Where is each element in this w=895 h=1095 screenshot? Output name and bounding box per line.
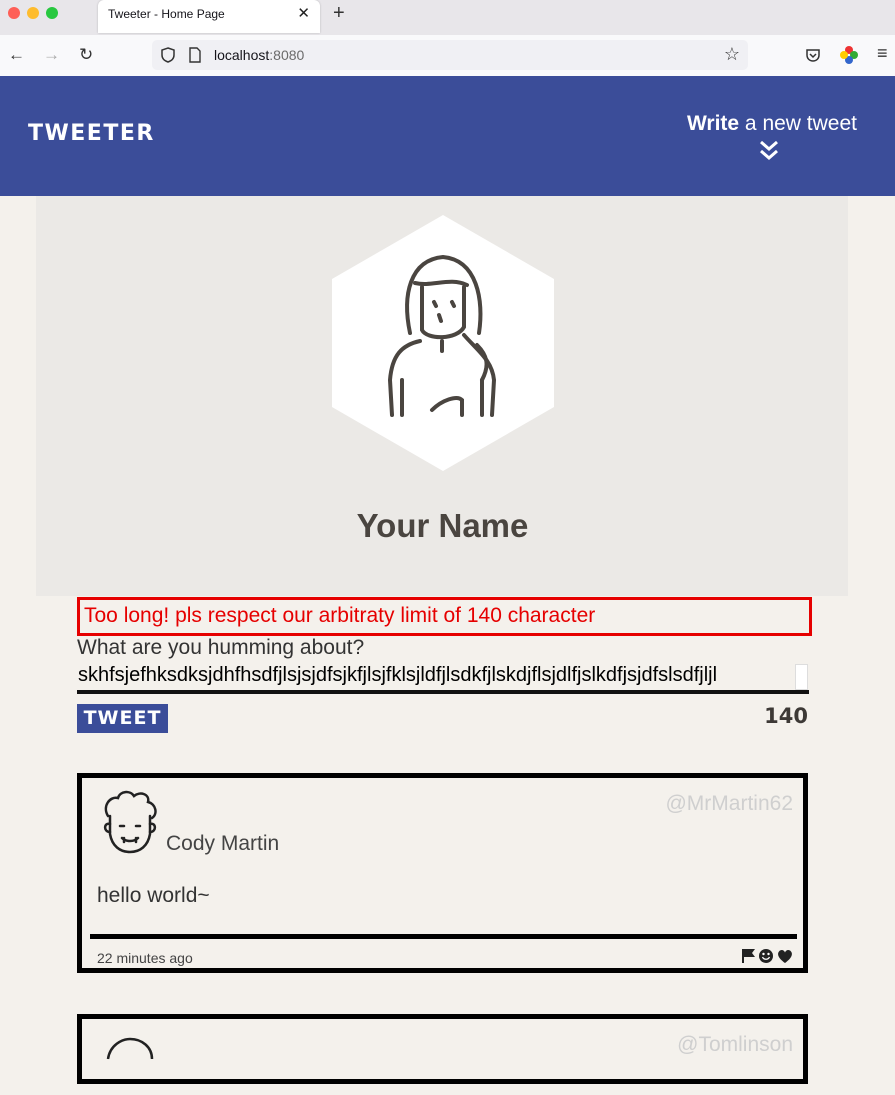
tweet-card: Cody Martin @MrMartin62 hello world~ 22 …	[77, 773, 808, 973]
extension-color-icon[interactable]	[840, 46, 858, 64]
smile-icon[interactable]	[759, 949, 773, 963]
profile-name: Your Name	[356, 507, 529, 544]
error-message: Too long! pls respect our arbitraty limi…	[77, 597, 812, 636]
browser-tab[interactable]: Tweeter - Home Page ✕	[98, 0, 320, 33]
shield-icon[interactable]	[161, 47, 175, 63]
tweet-handle: @Tomlinson	[677, 1033, 793, 1056]
bookmark-star-icon[interactable]: ☆	[724, 44, 740, 65]
tweet-handle: @MrMartin62	[665, 792, 793, 815]
close-window-button[interactable]	[8, 7, 20, 19]
tweet-textarea[interactable]: skhfsjefhksdksjdhfhsdfjlsjsjdfsjkfjlsjfk…	[77, 664, 809, 694]
close-tab-icon[interactable]: ✕	[297, 4, 310, 22]
url-text[interactable]: localhost:8080	[214, 47, 304, 63]
new-tab-icon[interactable]: +	[333, 2, 345, 25]
compose-label: What are you humming about?	[77, 636, 365, 659]
user-avatar	[106, 1037, 154, 1060]
textarea-scrollbar[interactable]	[795, 664, 808, 690]
heart-icon[interactable]	[778, 950, 792, 963]
browser-nav-bar: ← → ↻ localhost:8080 ☆ ≡	[0, 35, 895, 77]
forward-icon[interactable]: →	[43, 45, 60, 65]
user-avatar	[103, 790, 157, 854]
reload-icon[interactable]: ↻	[79, 45, 93, 65]
tweet-content: hello world~	[97, 884, 210, 907]
back-icon[interactable]: ←	[8, 45, 25, 65]
tweet-button[interactable]: TWEET	[77, 704, 168, 733]
pocket-icon[interactable]	[805, 47, 821, 63]
profile-avatar	[332, 215, 554, 471]
flag-icon[interactable]	[742, 949, 755, 963]
tweet-author: Cody Martin	[166, 832, 280, 855]
page-icon	[189, 47, 201, 63]
tweet-timestamp: 22 minutes ago	[97, 950, 193, 966]
app-logo[interactable]: TWEETER	[28, 121, 155, 146]
url-bar[interactable]: localhost:8080 ☆	[152, 40, 748, 70]
minimize-window-button[interactable]	[27, 7, 39, 19]
tweet-divider	[90, 934, 797, 939]
maximize-window-button[interactable]	[46, 7, 58, 19]
tweet-actions	[742, 949, 792, 963]
app-header: TWEETER Write a new tweet	[0, 76, 895, 196]
browser-tab-bar: Tweeter - Home Page ✕ +	[0, 0, 895, 35]
write-new-tweet-link[interactable]: Write a new tweet	[687, 112, 857, 136]
menu-icon[interactable]: ≡	[877, 43, 888, 64]
tab-title: Tweeter - Home Page	[108, 7, 225, 21]
tweet-card: @Tomlinson	[77, 1014, 808, 1084]
character-counter: 140	[764, 704, 808, 728]
double-chevron-down-icon[interactable]	[759, 138, 779, 164]
